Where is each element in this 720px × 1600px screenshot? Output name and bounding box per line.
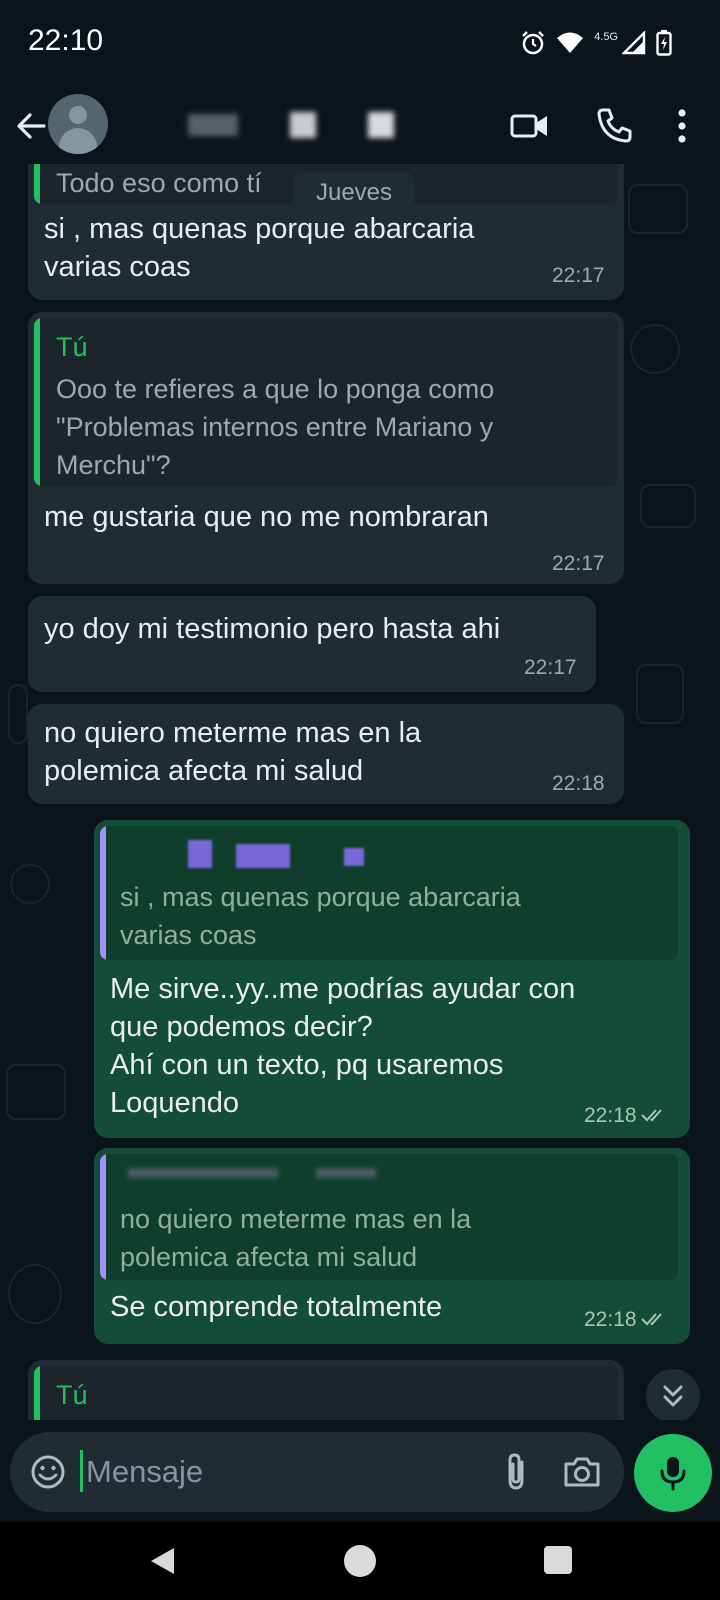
emoji-icon[interactable]	[24, 1448, 72, 1496]
redacted-name-part	[368, 112, 394, 138]
message-text: Ahí con un texto, pq usaremos	[110, 1049, 504, 1081]
redacted-sender	[236, 844, 290, 868]
redacted-name-part	[290, 112, 316, 138]
video-call-icon[interactable]	[506, 102, 554, 150]
message-text: Me sirve..yy..me podrías ayudar con	[110, 973, 576, 1005]
message-text: que podemos decir?	[110, 1011, 373, 1043]
system-nav-bar	[0, 1522, 720, 1600]
message-text: Loquendo	[110, 1087, 240, 1119]
status-icons: 4.5G	[520, 28, 672, 58]
battery-icon	[656, 30, 672, 56]
nav-home-icon[interactable]	[344, 1545, 376, 1577]
quoted-text: Todo eso como tí	[56, 168, 262, 198]
message-bubble-incoming[interactable]: no quiero meterme mas en la polemica afe…	[28, 704, 624, 804]
wallpaper-doodle	[8, 684, 28, 744]
chat-area[interactable]: Todo eso como tí si , mas quenas porque …	[0, 164, 720, 1420]
camera-icon[interactable]	[558, 1448, 606, 1496]
avatar[interactable]	[48, 94, 108, 154]
message-time: 22:17	[524, 656, 577, 679]
message-text: yo doy mi testimonio pero hasta ahi	[44, 613, 501, 645]
status-time: 22:10	[28, 24, 104, 57]
message-input[interactable]	[86, 1442, 476, 1502]
quoted-text: polemica afecta mi salud	[120, 1242, 418, 1272]
quoted-sender: Tú	[56, 1380, 88, 1410]
message-bubble-incoming[interactable]: Tú Ooo te refieres a que lo ponga como "…	[28, 312, 624, 584]
double-chevron-down-icon	[663, 1385, 683, 1407]
wallpaper-doodle	[10, 864, 50, 904]
wallpaper-doodle	[640, 484, 696, 528]
quoted-text: varias coas	[120, 920, 257, 950]
redacted-sender	[344, 848, 364, 866]
message-time: 22:17	[552, 552, 605, 575]
read-receipt-icon	[641, 1313, 662, 1326]
redacted-sender	[128, 1168, 278, 1178]
wallpaper-doodle	[636, 664, 684, 724]
quoted-sender: Tú	[56, 332, 88, 362]
date-separator: Jueves	[294, 172, 414, 214]
text-cursor	[80, 1450, 83, 1492]
message-time: 22:18	[584, 1308, 637, 1331]
quoted-text: no quiero meterme mas en la	[120, 1204, 472, 1234]
message-time: 22:17	[552, 264, 605, 287]
more-vert-icon[interactable]	[658, 102, 706, 150]
wallpaper-doodle	[6, 1064, 66, 1120]
message-text: polemica afecta mi salud	[44, 755, 364, 787]
message-time: 22:18	[552, 772, 605, 795]
contact-name[interactable]	[180, 98, 420, 154]
quoted-text: si , mas quenas porque abarcaria	[120, 882, 521, 912]
network-label: 4.5G	[594, 31, 618, 43]
scroll-to-bottom-button[interactable]	[646, 1369, 700, 1420]
quoted-message[interactable]: Tú Ooo te refieres a que lo ponga como "…	[34, 318, 618, 486]
redacted-sender	[188, 840, 212, 868]
wallpaper-doodle	[630, 324, 680, 374]
message-text: varias coas	[44, 251, 191, 283]
phone-icon[interactable]	[590, 102, 638, 150]
redacted-name-part	[188, 114, 238, 136]
message-bubble-incoming[interactable]: yo doy mi testimonio pero hasta ahi 22:1…	[28, 596, 596, 692]
wallpaper-doodle	[628, 184, 688, 234]
quoted-text: Merchu"?	[56, 450, 171, 480]
quoted-message[interactable]: si , mas quenas porque abarcaria varias …	[100, 826, 678, 960]
signal-icon	[622, 31, 646, 55]
mic-button[interactable]	[634, 1434, 712, 1512]
chat-header	[0, 88, 720, 164]
nav-recents-icon[interactable]	[544, 1546, 572, 1574]
message-bubble-outgoing[interactable]: no quiero meterme mas en la polemica afe…	[94, 1148, 690, 1344]
nav-back-icon[interactable]	[146, 1544, 180, 1578]
message-bubble-outgoing[interactable]: si , mas quenas porque abarcaria varias …	[94, 820, 690, 1138]
message-text: si , mas quenas porque abarcaria	[44, 213, 475, 245]
quoted-text: Ooo te refieres a que lo ponga como	[56, 374, 495, 404]
quoted-message[interactable]: Tú	[34, 1366, 618, 1420]
redacted-sender	[316, 1168, 376, 1178]
message-text: me gustaria que no me nombraran	[44, 501, 489, 533]
message-bubble-incoming[interactable]: Tú	[28, 1360, 624, 1420]
attach-icon[interactable]	[492, 1448, 540, 1496]
quoted-message[interactable]: no quiero meterme mas en la polemica afe…	[100, 1154, 678, 1280]
wallpaper-doodle	[8, 1264, 62, 1324]
wifi-icon	[557, 32, 584, 53]
status-bar: 22:10 4.5G	[0, 0, 720, 88]
mic-icon	[660, 1457, 686, 1491]
read-receipt-icon	[641, 1109, 662, 1122]
message-text: no quiero meterme mas en la	[44, 717, 422, 749]
quoted-text: "Problemas internos entre Mariano y	[56, 412, 494, 442]
message-text: Se comprende totalmente	[110, 1291, 443, 1323]
message-composer	[10, 1432, 624, 1512]
message-time: 22:18	[584, 1104, 637, 1127]
alarm-icon	[522, 31, 544, 55]
